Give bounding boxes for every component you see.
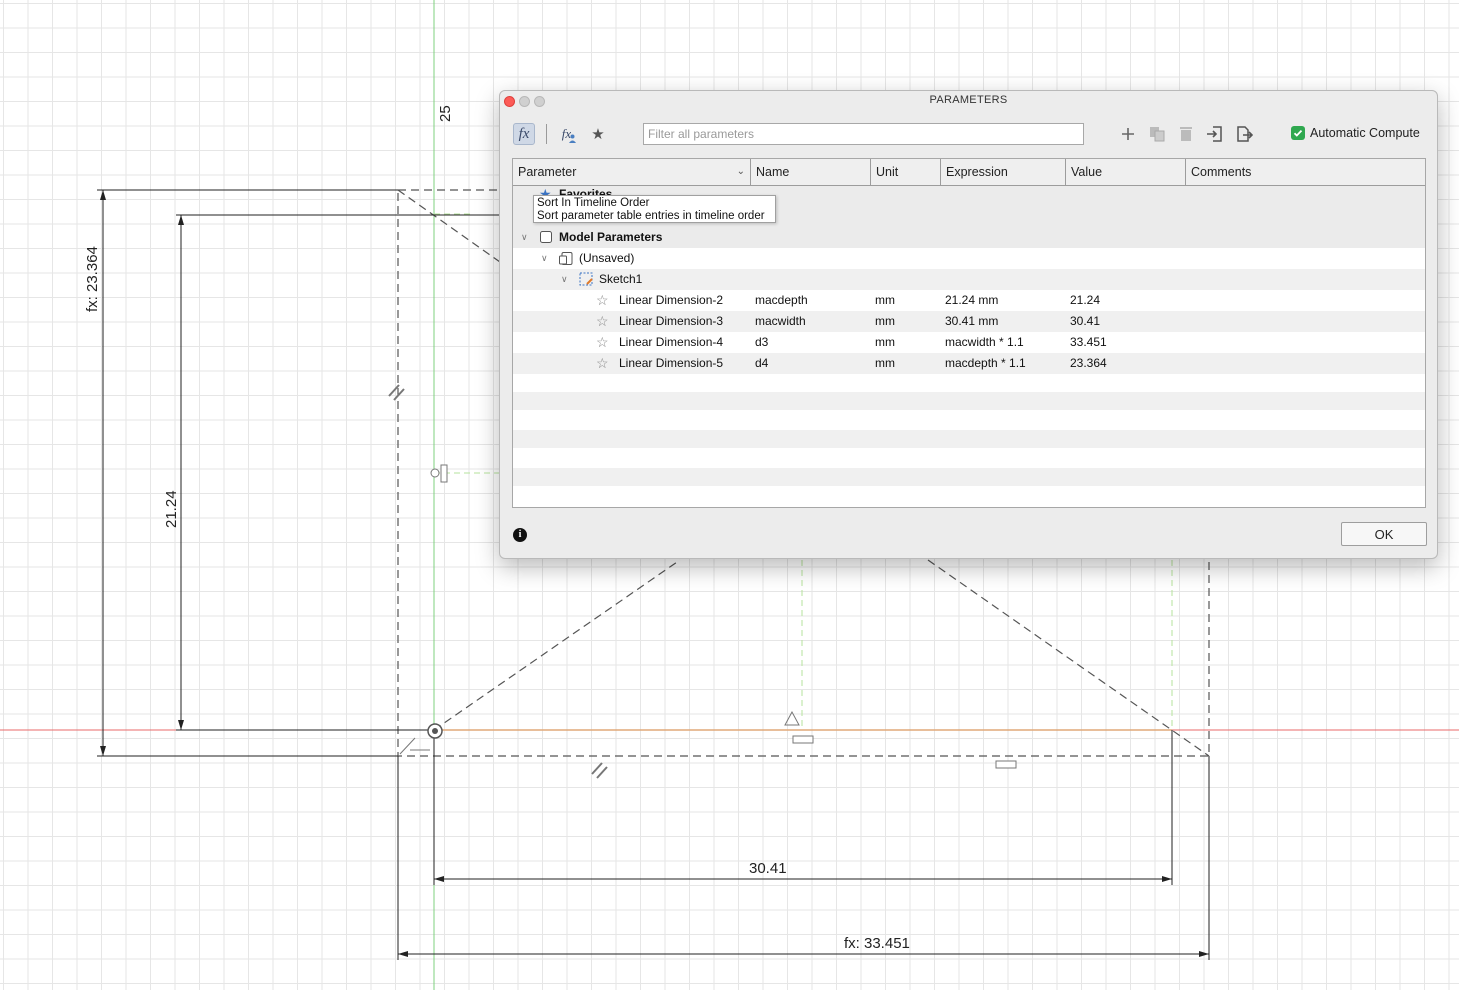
empty-row bbox=[513, 392, 1425, 410]
ok-button[interactable]: OK bbox=[1341, 522, 1427, 546]
cell-parameter: Linear Dimension-4 bbox=[619, 335, 724, 349]
diagonal-3 bbox=[927, 559, 1210, 757]
dim-outer-width-label: fx: 33.451 bbox=[844, 935, 910, 952]
cell-expression[interactable]: macwidth * 1.1 bbox=[945, 332, 1024, 353]
checkmark-icon bbox=[1291, 126, 1305, 140]
tooltip-title: Sort In Timeline Order bbox=[537, 197, 650, 209]
cell-parameter: Linear Dimension-2 bbox=[619, 293, 724, 307]
column-header-unit[interactable]: Unit bbox=[871, 159, 941, 185]
component-label: (Unsaved) bbox=[579, 251, 635, 265]
dim-inner-height-label: 21.24 bbox=[163, 490, 180, 528]
parallel-constraint-icon bbox=[388, 384, 405, 401]
trash-icon[interactable] bbox=[1177, 125, 1195, 143]
horizontal-constraint-icon bbox=[792, 735, 814, 744]
arrow bbox=[1199, 951, 1209, 957]
perpendicular-constraint-icon bbox=[399, 737, 430, 755]
chevron-down-icon[interactable]: ∨ bbox=[521, 232, 528, 243]
model-parameters-icon bbox=[540, 231, 552, 243]
arrow bbox=[434, 876, 444, 882]
cell-name[interactable]: d4 bbox=[755, 353, 768, 374]
model-parameters-label: Model Parameters bbox=[559, 230, 663, 244]
column-header-comments[interactable]: Comments bbox=[1186, 159, 1425, 185]
chevron-down-icon[interactable]: ∨ bbox=[561, 274, 568, 285]
parameters-dialog: PARAMETERS fx fx ★ Automatic Compute Par… bbox=[499, 90, 1438, 559]
automatic-compute-label: Automatic Compute bbox=[1310, 126, 1420, 140]
parallel-constraint-icon bbox=[591, 762, 608, 779]
empty-row bbox=[513, 448, 1425, 468]
cell-unit[interactable]: mm bbox=[875, 332, 895, 353]
component-row[interactable]: ∨ (Unsaved) bbox=[513, 248, 1425, 269]
sketch-icon bbox=[579, 272, 593, 286]
arrow bbox=[100, 190, 106, 200]
filter-input[interactable] bbox=[643, 123, 1084, 145]
cell-parameter: Linear Dimension-5 bbox=[619, 356, 724, 370]
dim-outer-height-label: fx: 23.364 bbox=[84, 246, 101, 312]
arrow bbox=[398, 951, 408, 957]
column-header-value[interactable]: Value bbox=[1066, 159, 1186, 185]
diagonal-1 bbox=[397, 189, 501, 263]
toolbar: fx fx ★ Automatic Compute bbox=[500, 119, 1437, 149]
cell-name[interactable]: d3 bbox=[755, 332, 768, 353]
cell-expression[interactable]: 21.24 mm bbox=[945, 290, 998, 311]
import-icon[interactable] bbox=[1206, 125, 1224, 143]
cell-unit[interactable]: mm bbox=[875, 353, 895, 374]
cell-unit[interactable]: mm bbox=[875, 311, 895, 332]
dialog-titlebar[interactable]: PARAMETERS bbox=[500, 91, 1437, 112]
table-row[interactable]: ☆ Linear Dimension-4 d3 mm macwidth * 1.… bbox=[513, 332, 1425, 353]
table-row[interactable]: ☆ Linear Dimension-2 macdepth mm 21.24 m… bbox=[513, 290, 1425, 311]
cell-value: 33.451 bbox=[1070, 335, 1107, 349]
cell-value: 23.364 bbox=[1070, 356, 1107, 370]
sort-timeline-tooltip: Sort In Timeline Order Sort parameter ta… bbox=[533, 195, 776, 223]
arrow bbox=[178, 215, 184, 225]
cell-value: 21.24 bbox=[1070, 293, 1101, 307]
empty-row bbox=[513, 468, 1425, 486]
fx-user-icon[interactable]: fx bbox=[558, 123, 580, 145]
empty-row bbox=[513, 430, 1425, 448]
arrow bbox=[178, 720, 184, 730]
arrow bbox=[1162, 876, 1172, 882]
model-parameters-row[interactable]: ∨ Model Parameters bbox=[513, 227, 1425, 248]
tooltip-description: Sort parameter table entries in timeline… bbox=[537, 210, 765, 222]
diagonal-2 bbox=[433, 559, 681, 731]
fx-icon[interactable]: fx bbox=[513, 123, 535, 145]
cell-name[interactable]: macwidth bbox=[755, 311, 806, 332]
favorite-star-icon[interactable]: ☆ bbox=[596, 290, 609, 311]
column-header-expression[interactable]: Expression bbox=[941, 159, 1066, 185]
copy-icon[interactable] bbox=[1148, 125, 1166, 143]
equal-constraint-icon bbox=[784, 710, 800, 726]
column-header-name[interactable]: Name bbox=[751, 159, 871, 185]
axis-label-25: 25 bbox=[437, 105, 454, 122]
sketch-row[interactable]: ∨ Sketch1 bbox=[513, 269, 1425, 290]
plus-icon[interactable] bbox=[1119, 125, 1137, 143]
cell-value: 30.41 bbox=[1070, 314, 1101, 328]
column-header-parameter[interactable]: Parameter ⌄ bbox=[513, 159, 751, 185]
favorite-star-icon[interactable]: ☆ bbox=[596, 332, 609, 353]
info-icon[interactable]: i bbox=[513, 528, 527, 542]
arrow bbox=[100, 746, 106, 756]
cell-expression[interactable]: macdepth * 1.1 bbox=[945, 353, 1026, 374]
favorite-star-icon[interactable]: ☆ bbox=[596, 311, 609, 332]
horizontal-constraint-icon bbox=[995, 760, 1017, 769]
cell-name[interactable]: macdepth bbox=[755, 290, 808, 311]
toolbar-divider bbox=[546, 124, 547, 144]
table-row[interactable]: ☆ Linear Dimension-5 d4 mm macdepth * 1.… bbox=[513, 353, 1425, 374]
dim-inner-width-label: 30.41 bbox=[749, 860, 787, 877]
favorite-star-icon[interactable]: ☆ bbox=[596, 353, 609, 374]
table-row[interactable]: ☆ Linear Dimension-3 macwidth mm 30.41 m… bbox=[513, 311, 1425, 332]
chevron-down-icon[interactable]: ∨ bbox=[541, 253, 548, 264]
automatic-compute-checkbox[interactable]: Automatic Compute bbox=[1291, 126, 1420, 140]
cell-expression[interactable]: 30.41 mm bbox=[945, 311, 998, 332]
cell-unit[interactable]: mm bbox=[875, 290, 895, 311]
dialog-title: PARAMETERS bbox=[929, 94, 1008, 106]
sketch-label: Sketch1 bbox=[599, 272, 643, 286]
export-icon[interactable] bbox=[1235, 125, 1253, 143]
cell-parameter: Linear Dimension-3 bbox=[619, 314, 724, 328]
component-icon bbox=[559, 252, 573, 265]
star-icon[interactable]: ★ bbox=[587, 123, 609, 145]
origin-point-icon bbox=[427, 723, 443, 739]
chevron-down-icon[interactable]: ⌄ bbox=[737, 159, 745, 185]
midpoint-constraint-icon bbox=[430, 464, 448, 483]
empty-row bbox=[513, 410, 1425, 430]
table-header: Parameter ⌄ Name Unit Expression Value Co… bbox=[513, 159, 1425, 186]
